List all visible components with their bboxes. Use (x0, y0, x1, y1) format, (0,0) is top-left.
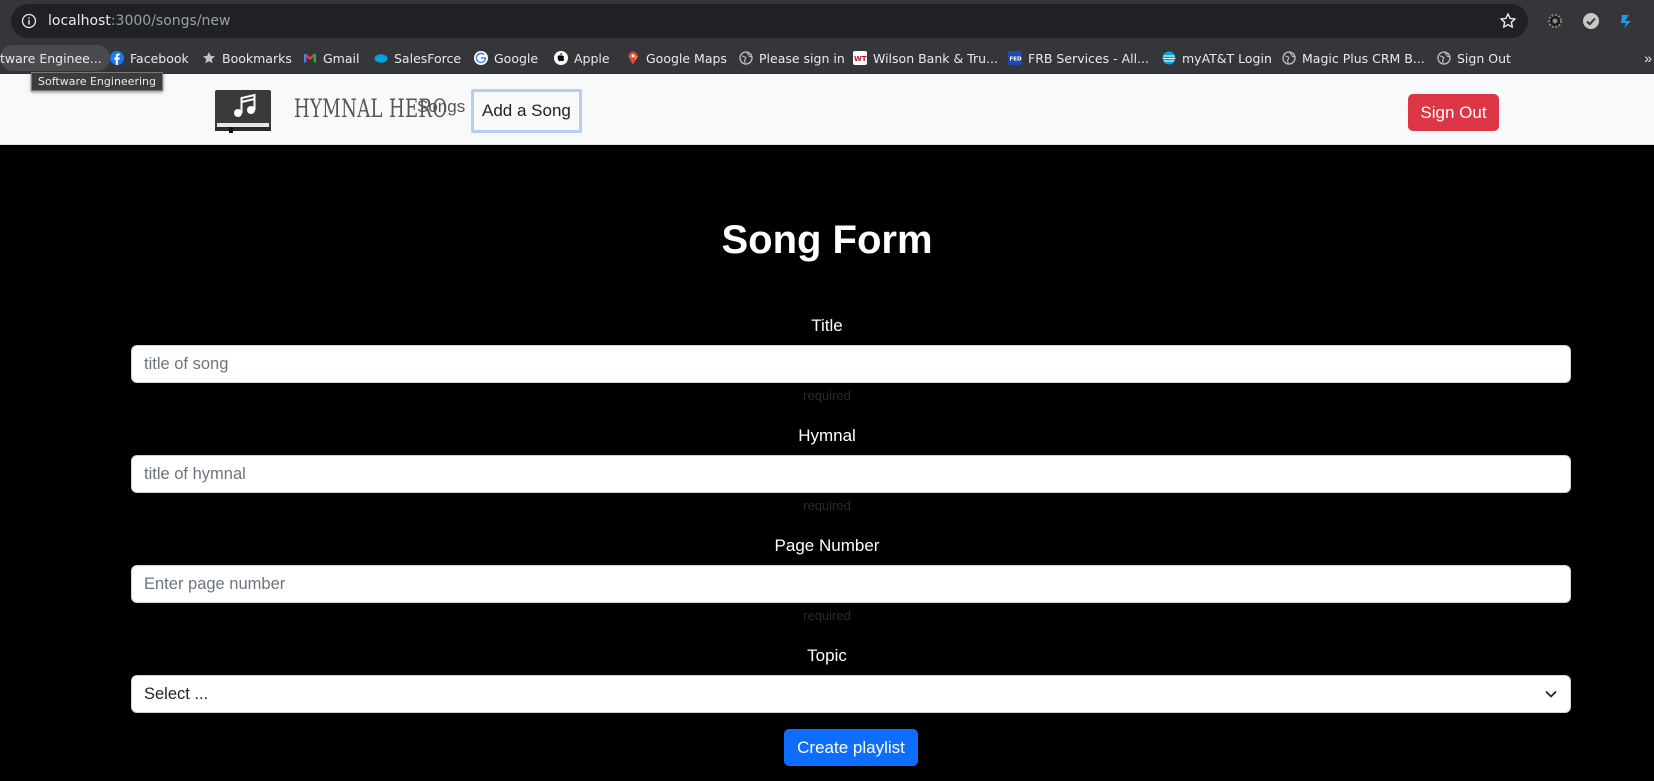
bookmark-item[interactable]: SalesForce (374, 42, 461, 74)
facebook-icon (110, 51, 124, 65)
globe-icon (739, 51, 753, 65)
create-playlist-button[interactable]: Create playlist (784, 729, 918, 766)
bookmark-label: Gmail (323, 50, 360, 66)
topic-label: Topic (807, 646, 847, 665)
bookmark-label: Please sign in (759, 50, 845, 66)
title-required-hint: required (803, 388, 851, 403)
song-form-page: Song Form Title required Hymnal required… (0, 145, 1654, 781)
bookmark-label: SalesForce (394, 50, 462, 66)
nav-link-add-song[interactable]: Add a Song (471, 89, 582, 133)
bookmark-label: Bookmarks (222, 50, 292, 66)
sign-out-button[interactable]: Sign Out (1408, 94, 1499, 131)
bookmarks-bar: tware Enginee... Facebook Bookmarks Gmai… (0, 42, 1654, 74)
page-number-label: Page Number (774, 536, 880, 555)
globe-icon (1437, 51, 1451, 65)
bookmark-label: myAT&T Login (1182, 50, 1272, 66)
gmail-icon (304, 54, 316, 63)
salesforce-icon (374, 54, 388, 63)
bookmark-item[interactable]: Bookmarks (202, 42, 292, 74)
url-host: localhost (48, 13, 111, 29)
maps-icon (628, 51, 638, 65)
extension-gear-icon[interactable] (1546, 12, 1564, 30)
bookmark-tooltip: Software Engineering (31, 72, 163, 91)
page-number-input[interactable] (131, 565, 1571, 603)
bookmark-item[interactable]: Google (474, 42, 538, 74)
url-text[interactable]: localhost:3000/songs/new (48, 13, 230, 29)
bookmark-label: Sign Out (1457, 50, 1511, 66)
nav-link-songs[interactable]: Songs (417, 97, 465, 117)
bookmark-item[interactable]: Facebook (110, 42, 189, 74)
bookmark-item[interactable]: Magic Plus CRM B... (1282, 42, 1425, 74)
bookmark-item[interactable]: myAT&T Login (1162, 42, 1272, 74)
bookmark-label: Google (494, 50, 539, 66)
bookmark-label: tware Enginee... (0, 50, 102, 66)
topic-select[interactable]: Select ... (131, 675, 1571, 713)
bookmark-item[interactable]: Google Maps (626, 42, 727, 74)
page-number-required-hint: required (803, 608, 851, 623)
page-title: Song Form (721, 218, 933, 262)
bookmark-label: Apple (574, 50, 610, 66)
bookmark-item[interactable]: tware Enginee... (0, 45, 110, 71)
bookmark-star-icon[interactable] (1499, 12, 1517, 30)
wbt-icon: WT (853, 51, 867, 65)
chevron-down-icon (1545, 691, 1557, 698)
topic-select-value: Select ... (144, 684, 209, 703)
title-input[interactable] (131, 345, 1571, 383)
bookmark-label: FRB Services - All... (1028, 50, 1150, 66)
app-navbar: HYMNAL HERO Songs Add a Song Sign Out (0, 74, 1654, 145)
address-bar[interactable]: localhost:3000/songs/new (11, 4, 1528, 38)
hymnal-required-hint: required (803, 498, 851, 513)
apple-icon (554, 51, 568, 65)
hymnal-input[interactable] (131, 455, 1571, 493)
bookmark-item[interactable]: Sign Out (1437, 42, 1511, 74)
google-icon (474, 51, 488, 65)
extension-blue-icon[interactable] (1618, 12, 1636, 30)
bookmark-item[interactable]: Please sign in (739, 42, 845, 74)
bookmark-item[interactable]: Gmail (303, 42, 359, 74)
info-icon[interactable] (21, 13, 37, 29)
title-label: Title (811, 316, 843, 335)
globe-icon (1282, 51, 1296, 65)
hymnal-book-logo-icon[interactable] (213, 87, 273, 133)
star-icon (203, 52, 215, 64)
more-bookmarks-chevron-icon[interactable]: » (1644, 50, 1652, 66)
bookmark-label: Magic Plus CRM B... (1302, 50, 1425, 66)
bookmark-label: Facebook (130, 50, 189, 66)
att-icon (1162, 51, 1176, 65)
bookmark-item[interactable]: FED FRB Services - All... (1008, 42, 1149, 74)
bookmark-item[interactable]: Apple (554, 42, 610, 74)
svg-text:FED: FED (1010, 57, 1023, 63)
svg-text:WT: WT (854, 55, 867, 63)
hymnal-label: Hymnal (798, 426, 856, 445)
bookmark-item[interactable]: WT Wilson Bank & Tru... (853, 42, 998, 74)
extension-check-icon[interactable] (1582, 12, 1600, 30)
url-path: :3000/songs/new (110, 13, 231, 29)
bookmark-label: Google Maps (646, 50, 727, 66)
frb-icon: FED (1008, 51, 1022, 65)
browser-toolbar: localhost:3000/songs/new (0, 0, 1654, 42)
bookmark-label: Wilson Bank & Tru... (873, 50, 998, 66)
